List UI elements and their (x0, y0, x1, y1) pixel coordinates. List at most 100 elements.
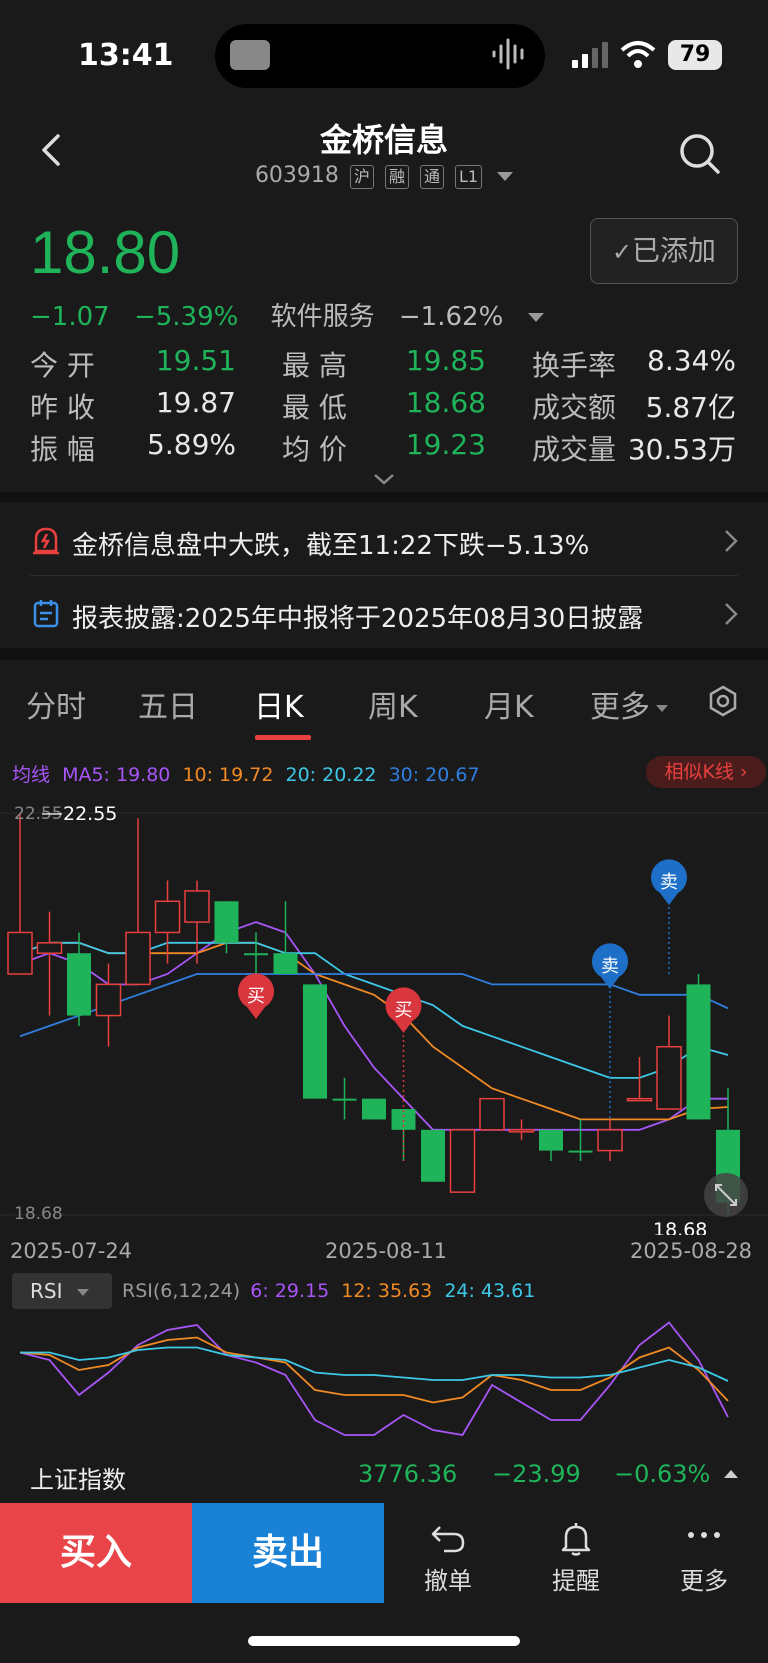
rsi-lines (19, 1321, 729, 1436)
tab-daily-k[interactable]: 日K (254, 682, 304, 726)
index-change-pct: −0.63% (614, 1460, 711, 1488)
stat-value: 8.34% (647, 344, 736, 377)
candle-body (7, 931, 33, 975)
candle-body (154, 900, 181, 934)
candle-body (273, 953, 298, 975)
chevron-right-icon (725, 530, 738, 552)
sell-button[interactable]: 卖出 (192, 1503, 384, 1603)
tab-more[interactable]: 更多 (590, 682, 668, 726)
rsi-line-12 (19, 1336, 729, 1404)
news-item-alert[interactable]: 金桥信息盘中大跌，截至11:22下跌−5.13% (0, 505, 768, 577)
candle (568, 1119, 593, 1161)
indicator-selector[interactable]: RSI (12, 1273, 112, 1309)
candle-body (479, 1097, 505, 1131)
tab-five-day[interactable]: 五日 (138, 682, 198, 726)
candle (332, 1077, 357, 1120)
candle (479, 1097, 505, 1131)
stat-value: 19.51 (155, 344, 236, 377)
marker-label: 买 (395, 1000, 413, 1021)
similar-k-button[interactable]: 相似K线 › (646, 756, 766, 788)
y-axis-low-label: 18.68 (14, 1204, 63, 1224)
section-divider (0, 648, 768, 660)
section-divider (0, 492, 768, 502)
candle-body (332, 1098, 357, 1101)
wifi-icon (620, 41, 656, 68)
chart-settings-icon[interactable] (706, 684, 740, 718)
candle-body (626, 1097, 653, 1102)
news-divider (30, 575, 738, 576)
candle (303, 984, 327, 1099)
stat-label: 振 幅 (30, 433, 95, 466)
battery-indicator: 79 (668, 40, 722, 70)
candle (125, 818, 151, 986)
chevron-down-icon (497, 171, 514, 181)
candlestick-chart[interactable]: 买买卖卖 22.55 22.55 18.68 18.68 (0, 795, 768, 1235)
stat-label: 最 低 (282, 391, 347, 424)
low-marker-label: 18.68 (653, 1219, 707, 1235)
tab-intraday[interactable]: 分时 (26, 682, 86, 726)
watchlist-added-button[interactable]: ✓已添加 (590, 218, 738, 284)
news-item-report[interactable]: 报表披露:2025年中报将于2025年08月30日披露 (0, 578, 768, 650)
tab-more-label: 更多 (590, 690, 650, 725)
ma20-value: 20: 20.22 (285, 764, 377, 786)
chevron-right-icon (725, 603, 738, 625)
rsi6-value: 6: 29.15 (250, 1280, 330, 1302)
candle (597, 1119, 623, 1161)
candles (7, 813, 740, 1215)
alert-label: 提醒 (552, 1567, 600, 1595)
candle-body (568, 1150, 593, 1153)
buy-marker[interactable]: 买 (237, 973, 274, 1019)
media-thumbnail-icon (230, 40, 270, 70)
stat-value: 19.23 (405, 428, 486, 461)
news-text: 金桥信息盘中大跌，截至11:22下跌−5.13% (72, 531, 590, 561)
search-icon[interactable] (678, 132, 722, 176)
rsi24-value: 24: 43.61 (444, 1280, 536, 1302)
fullscreen-icon[interactable] (704, 1173, 748, 1217)
x-axis-start-label: 2025-07-24 (10, 1239, 133, 1263)
rsi-line-6 (19, 1321, 729, 1436)
stat-value: 18.68 (405, 386, 486, 419)
index-ticker[interactable]: 上证指数 3776.36 −23.99 −0.63% (0, 1448, 768, 1498)
tag-level1: L1 (454, 165, 483, 189)
candle-body (539, 1129, 563, 1151)
alert-button[interactable]: 提醒 (512, 1503, 640, 1603)
indicator-selector-label: RSI (30, 1279, 63, 1303)
status-time: 13:41 (78, 38, 174, 73)
active-tab-indicator (255, 735, 311, 740)
ma10-value: 10: 19.72 (182, 764, 274, 786)
cellular-signal-icon (572, 42, 608, 68)
more-button[interactable]: 更多 (640, 1503, 768, 1603)
candle-body (597, 1129, 623, 1152)
x-axis-end-label: 2025-08-28 (630, 1239, 753, 1263)
stat-value: 5.87亿 (645, 391, 736, 424)
candle (449, 1129, 476, 1193)
stat-value: 30.53万 (627, 433, 736, 466)
news-text: 报表披露:2025年中报将于2025年08月30日披露 (72, 604, 644, 634)
expand-chevron-icon[interactable] (372, 472, 396, 486)
sell-marker[interactable]: 卖 (651, 859, 688, 975)
chevron-down-icon[interactable] (527, 313, 544, 322)
more-dots-icon (688, 1532, 720, 1538)
more-label: 更多 (680, 1567, 728, 1595)
stock-code-row[interactable]: 603918 沪 融 通 L1 (0, 163, 768, 189)
index-value: 3776.36 (358, 1460, 458, 1488)
candle-body (362, 1098, 386, 1120)
candle (154, 880, 181, 964)
stock-name: 金桥信息 (319, 121, 448, 159)
index-change: −23.99 (492, 1460, 581, 1488)
chevron-right-icon: › (739, 761, 748, 783)
sell-marker[interactable]: 卖 (592, 943, 628, 1120)
caret-up-icon (724, 1470, 738, 1478)
ma-legend[interactable]: 均线 MA5: 19.80 10: 19.72 20: 20.22 30: 20… (12, 760, 480, 787)
candle (508, 1119, 535, 1141)
stat-value: 5.89% (147, 428, 236, 461)
tab-monthly-k[interactable]: 月K (484, 682, 534, 726)
tab-weekly-k[interactable]: 周K (368, 682, 418, 726)
buy-button[interactable]: 买入 (0, 1503, 192, 1603)
sector-name[interactable]: 软件服务 (271, 302, 375, 332)
price-change-pct: −5.39% (133, 302, 239, 332)
candle-body (67, 953, 91, 1016)
cancel-order-button[interactable]: 撤单 (384, 1503, 512, 1603)
caret-down-icon (76, 1289, 89, 1296)
stat-label: 最 高 (282, 349, 347, 382)
